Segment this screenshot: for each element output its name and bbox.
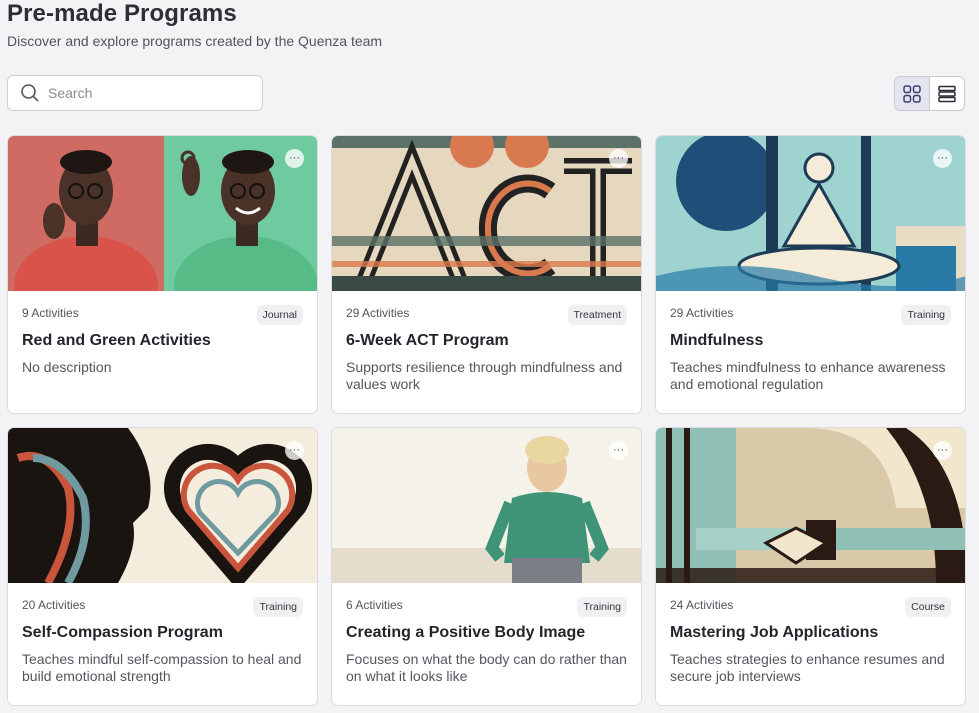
list-icon: [938, 85, 956, 102]
program-thumbnail: [332, 136, 641, 291]
program-description: Teaches mindfulness to enhance awareness…: [670, 359, 946, 392]
program-thumbnail: [8, 428, 317, 583]
program-card[interactable]: ··· 9 Activities Journal Red and Green A…: [7, 135, 318, 414]
grid-view-button[interactable]: [895, 77, 930, 110]
program-card[interactable]: ··· 29 Activities Training Mindfulness T…: [655, 135, 966, 414]
program-title: 6-Week ACT Program: [346, 332, 509, 349]
card-menu-button[interactable]: ···: [285, 441, 304, 460]
program-description: Focuses on what the body can do rather t…: [346, 651, 627, 684]
search-icon: [21, 84, 39, 102]
search-input[interactable]: [48, 85, 248, 101]
program-card[interactable]: ··· 20 Activities Training Self-Compassi…: [7, 427, 318, 706]
grid-icon: [903, 84, 921, 103]
card-menu-button[interactable]: ···: [609, 441, 628, 460]
category-badge: Course: [905, 597, 951, 617]
card-menu-button[interactable]: ···: [933, 149, 952, 168]
card-menu-button[interactable]: ···: [609, 149, 628, 168]
program-thumbnail: [656, 428, 965, 583]
program-thumbnail: [656, 136, 965, 291]
program-thumbnail: [332, 428, 641, 583]
program-card[interactable]: ··· 29 Activities Treatment 6-Week ACT P…: [331, 135, 642, 414]
program-title: Creating a Positive Body Image: [346, 624, 586, 641]
program-description: Supports resilience through mindfulness …: [346, 359, 623, 392]
activity-count: 20 Activities: [22, 598, 86, 612]
program-description: No description: [22, 359, 112, 375]
search-box[interactable]: [7, 75, 263, 111]
category-badge: Treatment: [567, 305, 627, 325]
category-badge: Journal: [256, 305, 303, 325]
page-subtitle: Discover and explore programs created by…: [7, 33, 383, 49]
program-description: Teaches strategies to enhance resumes an…: [670, 651, 945, 684]
activity-count: 24 Activities: [670, 598, 734, 612]
program-card[interactable]: ··· 6 Activities Training Creating a Pos…: [331, 427, 642, 706]
card-menu-button[interactable]: ···: [933, 441, 952, 460]
card-menu-button[interactable]: ···: [285, 149, 304, 168]
category-badge: Training: [901, 305, 951, 325]
list-view-button[interactable]: [930, 77, 965, 110]
program-card[interactable]: ··· 24 Activities Course Mastering Job A…: [655, 427, 966, 706]
program-title: Red and Green Activities: [22, 332, 211, 349]
category-badge: Training: [253, 597, 303, 617]
category-badge: Training: [577, 597, 627, 617]
activity-count: 6 Activities: [346, 598, 403, 612]
activity-count: 29 Activities: [670, 306, 734, 320]
activity-count: 29 Activities: [346, 306, 410, 320]
program-title: Mindfulness: [670, 332, 764, 349]
program-description: Teaches mindful self-compassion to heal …: [22, 651, 302, 684]
view-toggle: [894, 76, 965, 111]
activity-count: 9 Activities: [22, 306, 79, 320]
program-title: Mastering Job Applications: [670, 624, 879, 641]
program-title: Self-Compassion Program: [22, 624, 223, 641]
program-thumbnail: [8, 136, 317, 291]
page-title: Pre-made Programs: [7, 0, 237, 27]
